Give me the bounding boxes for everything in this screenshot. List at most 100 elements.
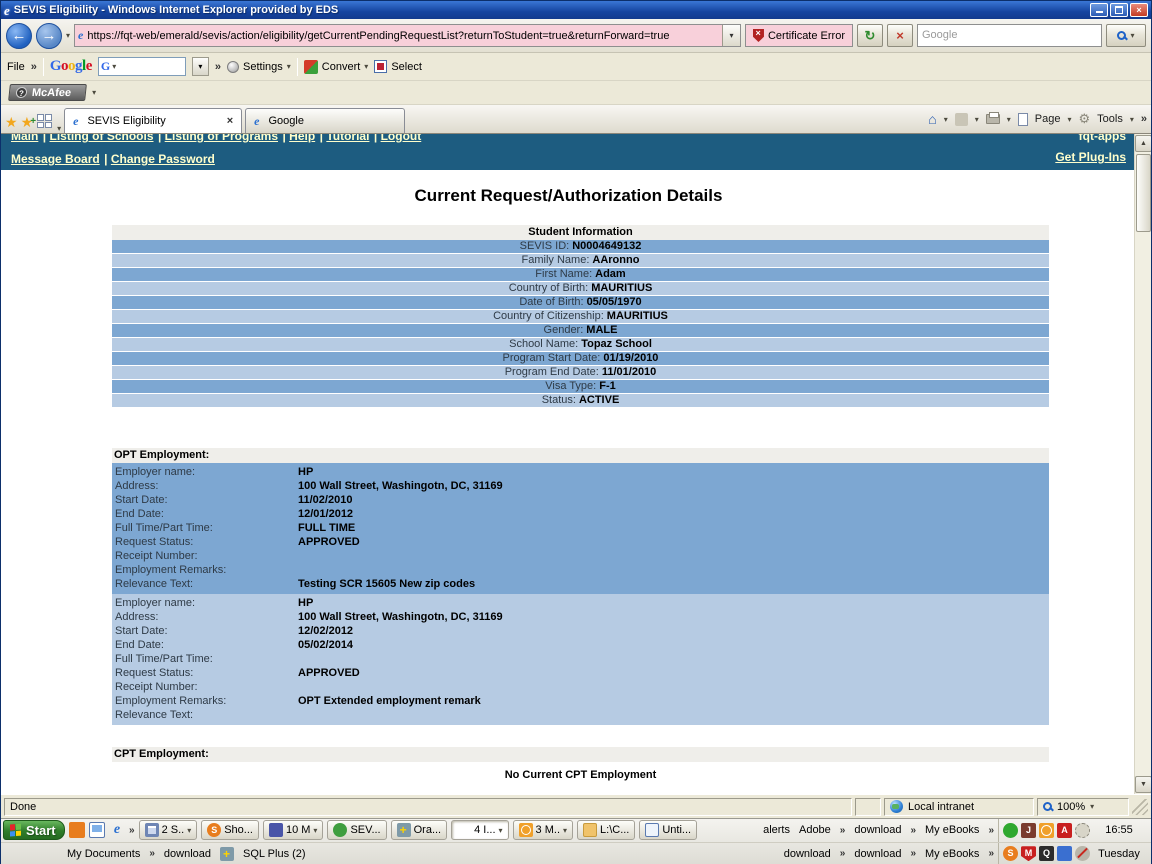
nav-link-help[interactable]: Help [289,134,315,143]
taskbar-link-sqlplus[interactable]: SQL Plus (2) [243,848,306,860]
minimize-button[interactable] [1090,3,1108,17]
taskbar-button-10m[interactable]: 10 M▾ [263,820,323,840]
taskbar-link-download4[interactable]: download [854,848,901,860]
nav-link-tutorial[interactable]: Tutorial [326,134,369,143]
toolbar-overflow-icon[interactable]: » [988,848,994,859]
back-button[interactable]: ← [6,23,32,49]
taskbar-link-adobe[interactable]: Adobe [799,824,831,836]
mcafee-tray-icon[interactable]: M [1021,846,1036,861]
certificate-error-button[interactable]: Certificate Error [745,24,853,47]
quick-launch-overflow-icon[interactable]: » [129,825,135,836]
google-g-dropdown-icon[interactable]: ▾ [112,62,116,71]
close-button[interactable]: × [1130,3,1148,17]
search-input[interactable]: Google [917,24,1102,47]
toolbar-overflow-icon[interactable]: » [149,848,155,859]
google-search-dropdown[interactable]: ▾ [192,57,209,76]
sync-tray-icon[interactable] [1003,823,1018,838]
taskbar-button-sev[interactable]: SEV... [327,820,386,840]
tab-list-dropdown-icon[interactable]: ▾ [57,124,61,133]
menu-file[interactable]: File [7,61,25,73]
history-dropdown-icon[interactable]: ▾ [66,31,70,40]
clock-tray-icon[interactable] [1039,823,1054,838]
add-favorite-icon[interactable]: ★ [21,111,34,133]
adobe-tray-icon[interactable]: A [1057,823,1072,838]
taskbar-button-3m[interactable]: 3 M..▾ [513,820,573,840]
disconnected-tray-icon[interactable] [1075,846,1090,861]
tab-close-icon[interactable]: × [227,115,233,127]
tab-sevis-eligibility[interactable]: e SEVIS Eligibility × [64,108,242,133]
restore-button[interactable] [1110,3,1128,17]
tab-ie-icon: e [73,114,78,129]
scrollbar-thumb[interactable] [1136,154,1151,232]
taskbar-button-untitled[interactable]: Unti... [639,820,697,840]
zoom-dropdown-icon[interactable]: ▾ [1090,802,1094,811]
status-text: Done [4,798,852,816]
taskbar-link-my-ebooks[interactable]: My eBooks [925,824,979,836]
url-dropdown-icon[interactable]: ▾ [722,25,740,46]
vertical-scrollbar[interactable]: ▲ ▼ [1134,134,1151,794]
menu-overflow-icon[interactable]: » [31,61,37,73]
mcafee-dropdown-icon[interactable]: ▾ [92,88,96,97]
taskbar-button-folder[interactable]: L:\C... [577,820,635,840]
convert-dropdown-icon[interactable]: ▾ [364,62,368,71]
url-field[interactable]: e https://fqt-web/emerald/sevis/action/e… [74,24,741,47]
nav-link-main[interactable]: Main [11,134,38,143]
toolbar-overflow-icon[interactable]: » [840,825,846,836]
quick-launch-app-icon[interactable] [69,822,85,838]
start-button[interactable]: Start [3,820,65,840]
q-tray-icon[interactable]: Q [1039,846,1054,861]
google-toolbar-overflow-icon[interactable]: » [215,61,221,73]
nav-link-message-board[interactable]: Message Board [11,152,100,166]
convert-button[interactable]: Convert ▾ [304,60,369,74]
show-desktop-icon[interactable] [89,822,105,838]
home-icon[interactable]: ⌂ [928,111,936,127]
toolbar-overflow-icon[interactable]: » [840,848,846,859]
scroll-down-icon[interactable]: ▼ [1135,776,1151,793]
taskbar-button-2s[interactable]: 2 S..▾ [139,820,198,840]
nav-link-change-password[interactable]: Change Password [111,152,215,166]
taskbar-link-alerts[interactable]: alerts [763,824,790,836]
search-dropdown-icon[interactable]: ▾ [1130,25,1134,46]
tab-google[interactable]: e Google [245,108,405,133]
google-search-input[interactable]: G ▾ [98,57,186,76]
taskbar-link-download[interactable]: download [854,824,901,836]
toolbar-overflow-icon[interactable]: » [988,825,994,836]
mcafee-button[interactable]: ? McAfee [8,84,87,101]
zoom-control[interactable]: 100% ▾ [1037,798,1129,816]
nav-link-logout[interactable]: Logout [381,134,422,143]
taskbar-link-my-ebooks2[interactable]: My eBooks [925,848,979,860]
updates-tray-icon[interactable] [1075,823,1090,838]
stop-button[interactable]: × [887,24,913,47]
page-menu-icon[interactable] [1018,113,1028,126]
taskbar-button-sho[interactable]: SSho... [201,820,259,840]
nav-link-get-plugins[interactable]: Get Plug-Ins [1055,150,1126,170]
s-tray-icon[interactable]: S [1003,846,1018,861]
refresh-button[interactable]: ↻ [857,24,883,47]
nav-link-listing-of-programs[interactable]: Listing of Programs [165,134,278,143]
nav-link-listing-of-schools[interactable]: Listing of Schools [50,134,154,143]
taskbar-link-my-documents[interactable]: My Documents [67,848,140,860]
tools-menu[interactable]: Tools [1097,113,1123,125]
taskbar-link-download3[interactable]: download [784,848,831,860]
select-button[interactable]: Select [374,60,422,73]
scroll-up-icon[interactable]: ▲ [1135,135,1151,152]
command-bar-overflow-icon[interactable]: » [1141,113,1147,125]
favorites-star-icon[interactable]: ★ [5,111,18,133]
page-menu[interactable]: Page [1035,113,1061,125]
java-tray-icon[interactable]: J [1021,823,1036,838]
toolbar-overflow-icon[interactable]: » [910,825,916,836]
search-button[interactable]: ▾ [1106,24,1146,47]
network-tray-icon[interactable] [1057,846,1072,861]
resize-grip[interactable] [1132,799,1148,815]
toolbar-overflow-icon[interactable]: » [910,848,916,859]
taskbar-button-ie-group[interactable]: e4 I...▾ [451,820,508,840]
taskbar-button-ora[interactable]: Ora... [391,820,448,840]
tools-gear-icon[interactable]: ⚙ [1079,111,1091,127]
quick-tabs-icon[interactable] [36,113,54,129]
quick-launch-ie-icon[interactable]: e [109,822,125,838]
settings-button[interactable]: Settings ▾ [227,61,291,73]
taskbar-link-download2[interactable]: download [164,848,211,860]
forward-button[interactable]: → [36,23,62,49]
feeds-icon[interactable] [955,113,968,126]
print-icon[interactable] [986,114,1000,124]
